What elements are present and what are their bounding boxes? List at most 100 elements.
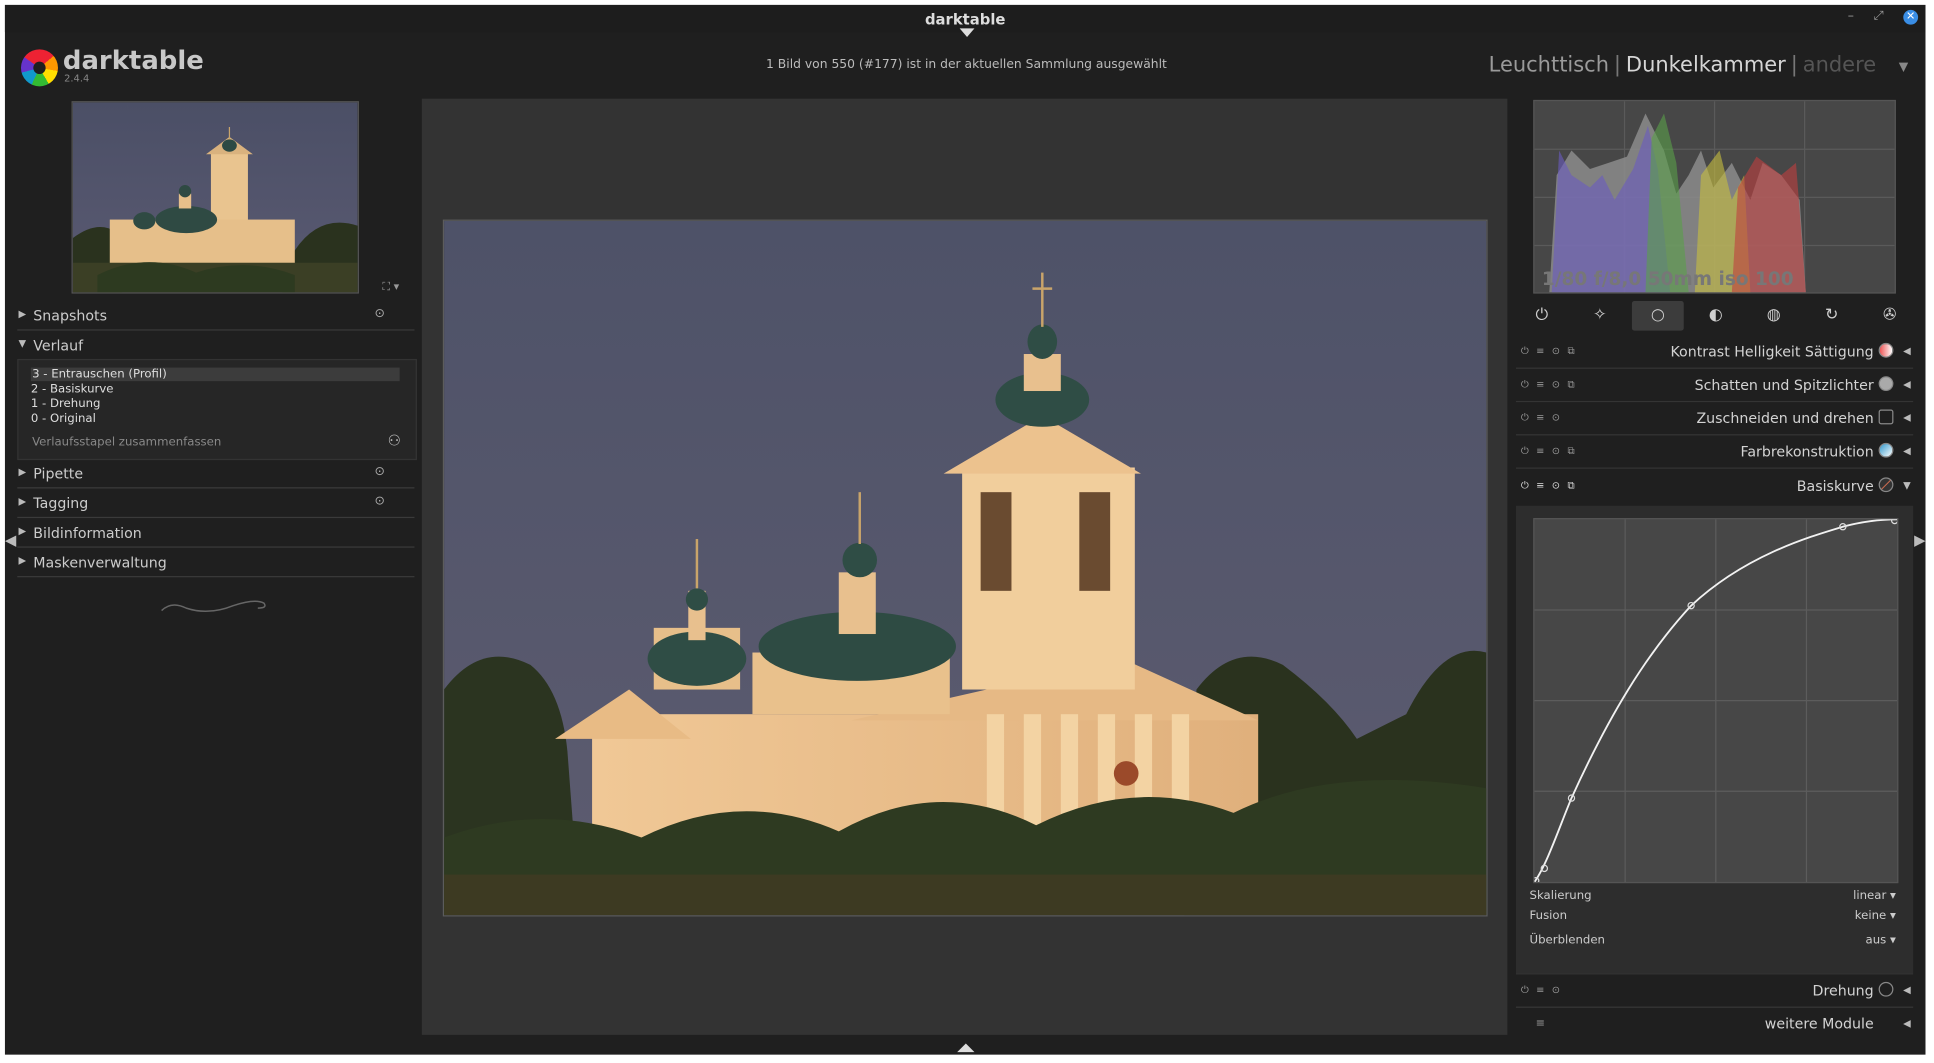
section-masks[interactable]: ▶ Maskenverwaltung xyxy=(17,549,415,578)
window-title: darktable xyxy=(924,11,1006,29)
tab-favorites-star-icon[interactable]: ✧ xyxy=(1574,301,1626,331)
left-panel: ⛶ ▾ ▶ Snapshots ⊙ ▼ Verlauf 3 - Entrausc… xyxy=(5,96,421,1033)
section-label: Snapshots xyxy=(33,307,108,325)
curve-editor[interactable] xyxy=(1532,516,1899,885)
section-tagging[interactable]: ▶ Tagging ⊙ xyxy=(17,490,415,519)
history-item[interactable]: 1 - Drehung xyxy=(31,397,101,411)
contrast-module-icon xyxy=(1878,342,1894,358)
module-shadows-highlights[interactable]: ⏻≡⊙⧉ Schatten und Spitzlichter ◀ xyxy=(1515,369,1914,403)
shadows-module-icon xyxy=(1878,376,1894,392)
history-item[interactable]: 2 - Basiskurve xyxy=(31,382,114,396)
expand-left-icon[interactable]: ◀ xyxy=(1903,412,1911,423)
right-panel-toggle-icon[interactable]: ▶ xyxy=(1914,532,1925,549)
expander-right-icon: ▶ xyxy=(18,555,27,567)
view-switcher: Leuchttisch | Dunkelkammer | andere xyxy=(1489,53,1877,78)
more-modules-label: weitere Module xyxy=(1764,1015,1874,1033)
maximize-button[interactable]: ⤢ xyxy=(1874,10,1884,24)
expand-left-icon[interactable]: ◀ xyxy=(1903,1018,1911,1029)
minimize-button[interactable]: – xyxy=(1848,10,1854,24)
view-separator: | xyxy=(1613,53,1621,78)
presets-menu-icon[interactable]: ≡ xyxy=(1536,1018,1545,1030)
title-bar: darktable – ⤢ ✕ xyxy=(4,4,1926,38)
section-colorpicker[interactable]: ▶ Pipette ⊙ xyxy=(17,460,415,489)
module-rotation[interactable]: ⏻≡⊙ Drehung ◀ xyxy=(1515,973,1914,1008)
close-button[interactable]: ✕ xyxy=(1903,9,1919,25)
module-name: Zuschneiden und drehen xyxy=(1696,409,1874,427)
section-label: Bildinformation xyxy=(33,524,142,542)
expander-right-icon: ▶ xyxy=(18,495,27,507)
rotation-module-icon xyxy=(1878,981,1894,997)
module-controls-icons[interactable]: ⏻≡⊙ xyxy=(1521,412,1568,424)
history-item[interactable]: 3 - Entrauschen (Profil) xyxy=(30,367,400,382)
tab-color-icon[interactable]: ◍ xyxy=(1748,301,1800,331)
fusion-combobox[interactable]: keine ▾ xyxy=(1855,909,1896,923)
main-image[interactable] xyxy=(442,219,1488,917)
views-dropdown-icon[interactable]: ▼ xyxy=(1899,60,1909,74)
create-style-icon[interactable]: ⚇ xyxy=(388,432,401,449)
reset-icon[interactable]: ⊙ xyxy=(375,307,385,321)
tab-effects-icon[interactable]: ✇ xyxy=(1864,301,1916,331)
scale-combobox[interactable]: linear ▾ xyxy=(1853,889,1896,903)
darktable-logo-icon xyxy=(20,49,58,87)
module-group-tabs: ⏻ ✧ ○ ◐ ◍ ↻ ✇ xyxy=(1512,300,1925,331)
thumbnail-fullscreen-toggle[interactable]: ⛶ ▾ xyxy=(382,281,399,293)
histogram[interactable]: 1/80 f/8,0 50mm iso 100 xyxy=(1533,99,1896,294)
section-imageinfo[interactable]: ▶ Bildinformation xyxy=(17,519,415,548)
top-panel-toggle-icon[interactable] xyxy=(959,28,974,38)
scale-label: Skalierung xyxy=(1529,889,1592,903)
view-darkroom[interactable]: Dunkelkammer xyxy=(1626,53,1786,78)
section-label: Maskenverwaltung xyxy=(33,553,167,572)
module-crop-rotate[interactable]: ⏻≡⊙ Zuschneiden und drehen ◀ xyxy=(1515,402,1914,436)
panel-end-flourish-icon xyxy=(161,600,266,612)
tab-basic-circle-icon[interactable]: ○ xyxy=(1631,300,1684,331)
view-lighttable[interactable]: Leuchttisch xyxy=(1489,53,1609,78)
module-controls-icons[interactable]: ⏻≡⊙⧉ xyxy=(1521,345,1582,357)
expand-left-icon[interactable]: ◀ xyxy=(1903,379,1911,390)
section-label: Tagging xyxy=(33,494,89,512)
expander-right-icon: ▶ xyxy=(18,466,27,478)
center-view xyxy=(421,98,1508,1035)
collapse-down-icon[interactable]: ▼ xyxy=(1903,480,1911,491)
bottom-panel-toggle-icon[interactable] xyxy=(957,1043,975,1053)
history-item[interactable]: 0 - Original xyxy=(31,412,96,426)
expand-left-icon[interactable]: ◀ xyxy=(1903,345,1911,356)
blend-combobox[interactable]: aus ▾ xyxy=(1866,934,1896,948)
more-modules-button[interactable]: ≡ weitere Module ◀ xyxy=(1515,1006,1914,1040)
tab-tone-icon[interactable]: ◐ xyxy=(1690,301,1742,331)
expander-right-icon: ▶ xyxy=(18,308,27,320)
expand-left-icon[interactable]: ◀ xyxy=(1903,445,1911,456)
module-name: Schatten und Spitzlichter xyxy=(1694,376,1874,394)
basecurve-module-icon xyxy=(1878,477,1894,493)
fusion-label: Fusion xyxy=(1529,909,1568,923)
navigation-thumbnail[interactable] xyxy=(71,101,359,294)
basecurve-panel: Skalierung linear ▾ Fusion keine ▾ Überb… xyxy=(1515,505,1914,974)
module-name: Farbrekonstruktion xyxy=(1740,442,1874,461)
section-snapshots[interactable]: ▶ Snapshots ⊙ xyxy=(17,302,415,331)
expander-right-icon: ▶ xyxy=(18,525,27,537)
module-controls-icons[interactable]: ⏻≡⊙⧉ xyxy=(1521,379,1582,391)
view-other[interactable]: andere xyxy=(1803,53,1876,78)
expander-down-icon: ▼ xyxy=(18,337,27,350)
module-controls-icons[interactable]: ⏻≡⊙⧉ xyxy=(1521,480,1582,492)
section-history[interactable]: ▼ Verlauf xyxy=(17,332,414,359)
expand-left-icon[interactable]: ◀ xyxy=(1903,984,1911,995)
reset-icon[interactable]: ⊙ xyxy=(375,495,385,509)
app-version: 2.4.4 xyxy=(64,72,90,84)
darktable-window: darktable – ⤢ ✕ darktable 2.4.4 1 Bild v… xyxy=(4,4,1926,1055)
module-color-reconstruction[interactable]: ⏻≡⊙⧉ Farbrekonstruktion ◀ xyxy=(1515,435,1914,469)
tab-correct-icon[interactable]: ↻ xyxy=(1806,301,1858,331)
reset-icon[interactable]: ⊙ xyxy=(375,465,385,479)
module-basecurve[interactable]: ⏻≡⊙⧉ Basiskurve ▼ xyxy=(1516,470,1913,502)
history-list: 3 - Entrauschen (Profil) 2 - Basiskurve … xyxy=(17,358,417,461)
exif-overlay: 1/80 f/8,0 50mm iso 100 xyxy=(1541,267,1794,290)
module-controls-icons[interactable]: ⏻≡⊙ xyxy=(1521,984,1568,996)
app-name: darktable xyxy=(62,45,204,76)
module-contrast[interactable]: ⏻≡⊙⧉ Kontrast Helligkeit Sättigung ◀ xyxy=(1515,336,1914,369)
section-label: Pipette xyxy=(33,465,84,483)
selection-status: 1 Bild von 550 (#177) ist in der aktuell… xyxy=(766,57,1167,72)
tab-active-modules-power-icon[interactable]: ⏻ xyxy=(1516,301,1568,331)
left-panel-toggle-icon[interactable]: ◀ xyxy=(5,532,16,549)
view-separator: | xyxy=(1790,53,1798,78)
compress-history-button[interactable]: Verlaufsstapel zusammenfassen xyxy=(32,435,221,449)
module-controls-icons[interactable]: ⏻≡⊙⧉ xyxy=(1521,445,1582,457)
